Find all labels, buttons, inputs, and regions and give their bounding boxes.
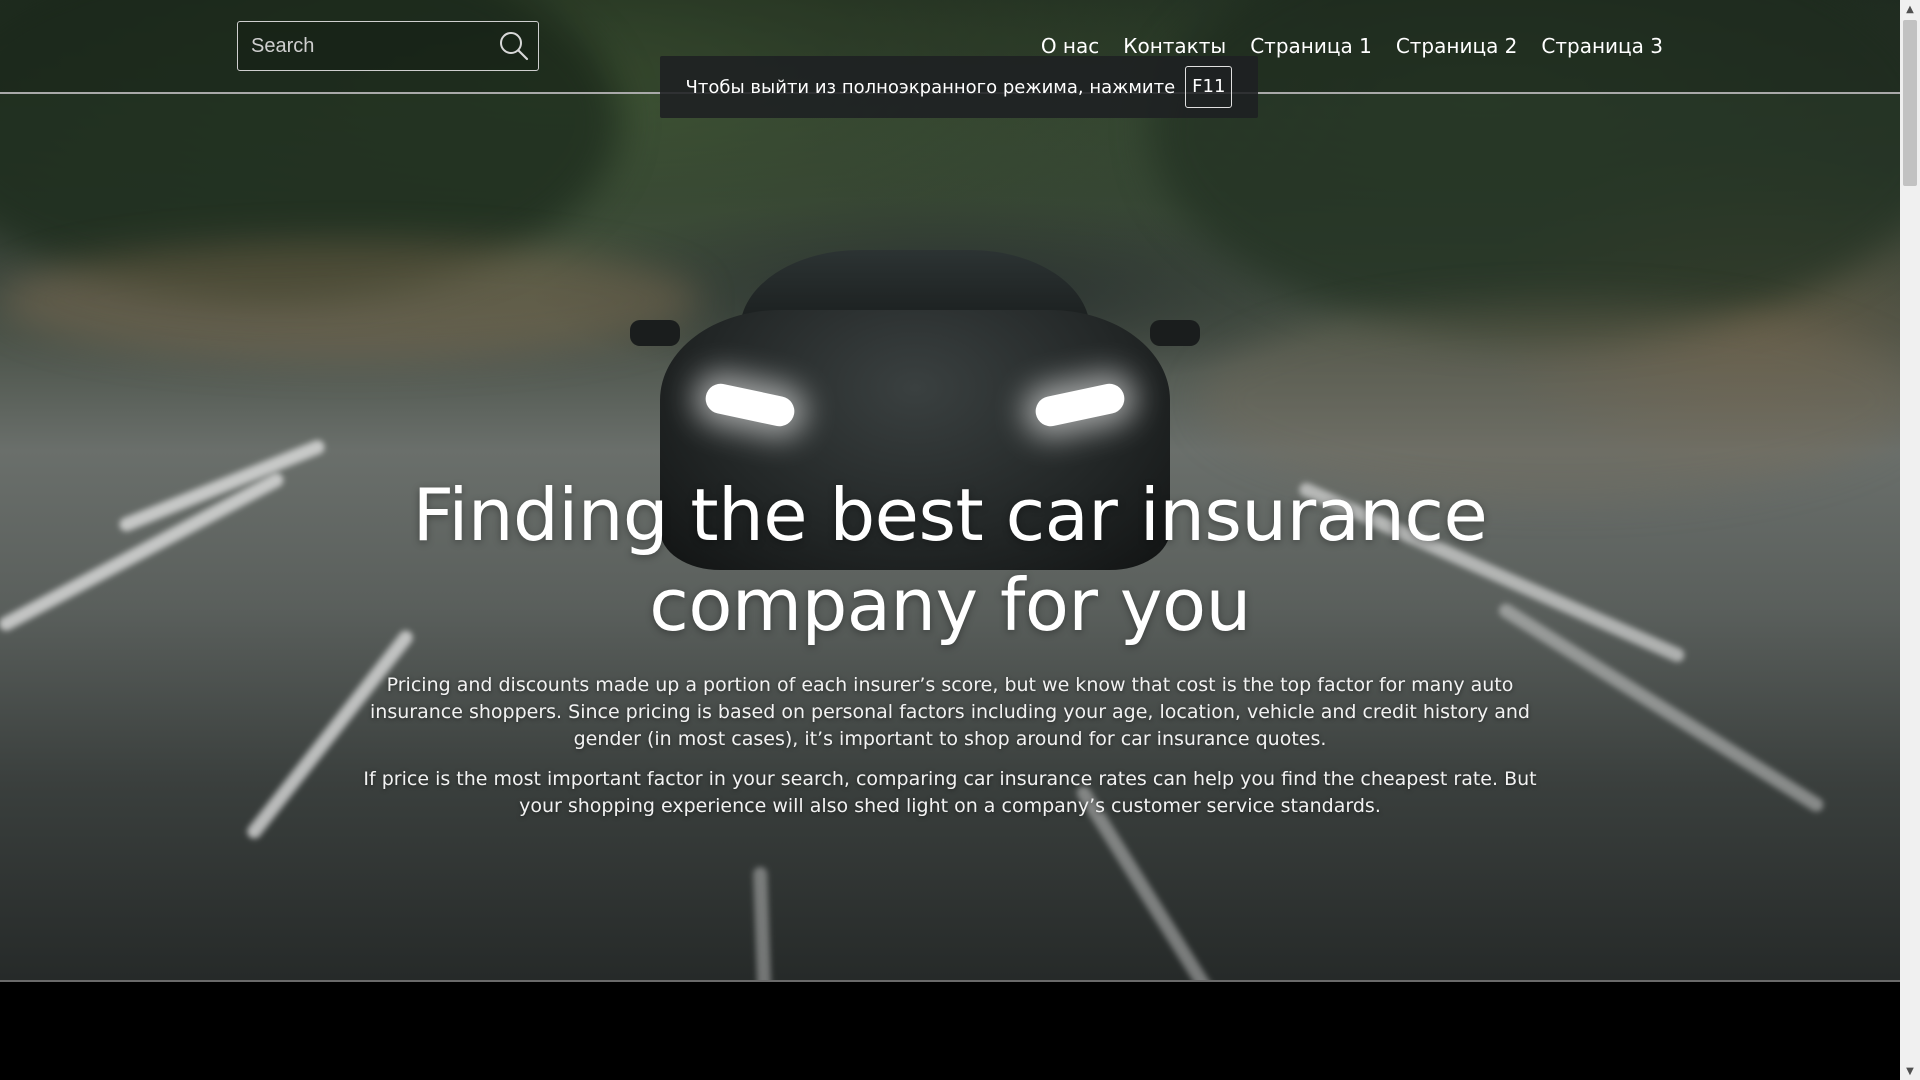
- scrollbar-thumb[interactable]: [1903, 20, 1917, 186]
- page: Finding the best car insurance company f…: [0, 0, 1900, 1080]
- vertical-scrollbar[interactable]: ▲ ▼: [1900, 0, 1920, 1080]
- search-box: [237, 21, 539, 71]
- fullscreen-notice-text: Чтобы выйти из полноэкранного режима, на…: [685, 76, 1176, 98]
- nav-link-page-1[interactable]: Страница 1: [1250, 32, 1372, 60]
- hero-paragraph-2: If price is the most important factor in…: [363, 768, 1537, 817]
- scroll-down-arrow-icon[interactable]: ▼: [1900, 1062, 1920, 1080]
- hero-section: Finding the best car insurance company f…: [0, 0, 1900, 982]
- search-input[interactable]: [238, 22, 478, 70]
- hero-paragraph-1: Pricing and discounts made up a portion …: [370, 674, 1530, 750]
- hero-heading: Finding the best car insurance company f…: [360, 470, 1540, 650]
- fullscreen-key-badge: F11: [1185, 66, 1233, 108]
- fullscreen-exit-notice: Чтобы выйти из полноэкранного режима, на…: [660, 56, 1258, 118]
- scroll-up-arrow-icon[interactable]: ▲: [1900, 0, 1920, 18]
- nav-link-page-3[interactable]: Страница 3: [1541, 32, 1663, 60]
- hero-content: Finding the best car insurance company f…: [360, 470, 1540, 820]
- nav-link-page-2[interactable]: Страница 2: [1396, 32, 1518, 60]
- search-icon[interactable]: [498, 30, 530, 62]
- hero-heading-line1: Finding the best car insurance: [412, 473, 1488, 557]
- hero-heading-line2: company for you: [649, 563, 1251, 647]
